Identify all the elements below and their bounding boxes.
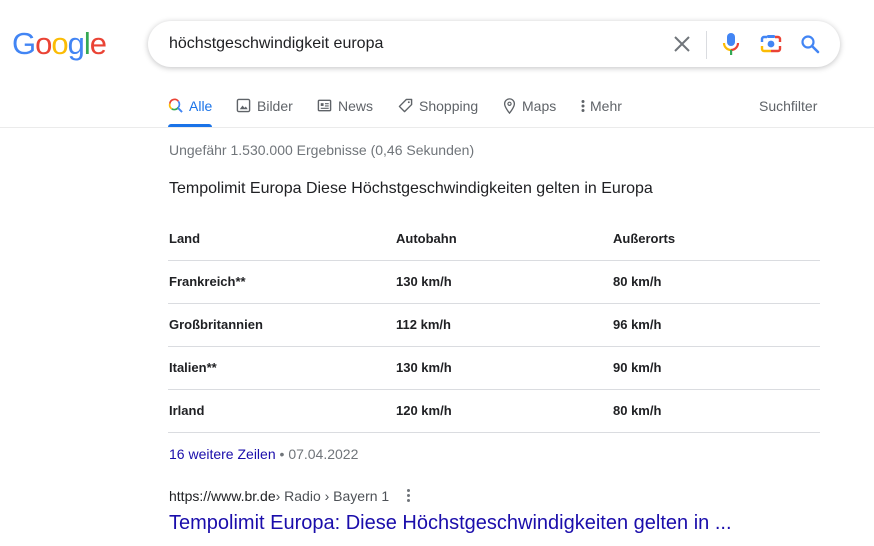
more-rows-link[interactable]: 16 weitere Zeilen xyxy=(169,446,276,462)
tab-label: Alle xyxy=(189,97,213,114)
dot xyxy=(407,499,411,502)
table-cell: 90 km/h xyxy=(613,360,662,375)
voice-search-button[interactable] xyxy=(719,32,743,56)
tab-label: Bilder xyxy=(257,97,293,114)
image-icon xyxy=(236,98,251,113)
tag-icon xyxy=(398,98,413,113)
snippet-date: 07.04.2022 xyxy=(288,446,359,462)
tab-maps[interactable]: Maps xyxy=(503,84,556,127)
tab-label: Maps xyxy=(522,97,557,114)
search-tabs: Alle Bilder News Shopping Maps Mehr Such… xyxy=(0,84,874,128)
tab-label: News xyxy=(338,97,374,114)
camera-lens-icon xyxy=(760,35,782,53)
table-cell: 96 km/h xyxy=(613,317,662,332)
image-search-button[interactable] xyxy=(759,32,783,56)
search-divider xyxy=(706,31,707,59)
table-cell: 130 km/h xyxy=(396,274,452,289)
table-row: Italien** 130 km/h 90 km/h xyxy=(168,346,820,389)
news-icon xyxy=(317,98,332,113)
tab-mehr[interactable]: Mehr xyxy=(581,84,622,127)
table-cell: Irland xyxy=(169,403,205,418)
result-stats: Ungefähr 1.530.000 Ergebnisse (0,46 Seku… xyxy=(169,142,475,158)
tab-label: Shopping xyxy=(419,97,479,114)
snippet-footer: 16 weitere Zeilen • 07.04.2022 xyxy=(169,446,358,462)
tab-news[interactable]: News xyxy=(317,84,373,127)
table-cell: Frankreich** xyxy=(169,274,246,289)
table-cell: 120 km/h xyxy=(396,403,452,418)
result-url: https://www.br.de › Radio › Bayern 1 xyxy=(169,487,414,504)
result-domain[interactable]: https://www.br.de xyxy=(169,488,276,504)
dot xyxy=(407,494,411,497)
logo-letter: G xyxy=(12,26,36,61)
table-header-row: Land Autobahn Außerorts xyxy=(168,217,820,260)
tab-label: Mehr xyxy=(590,97,622,114)
search-input[interactable] xyxy=(169,21,649,67)
map-pin-icon xyxy=(503,97,516,114)
table-cell: 80 km/h xyxy=(613,403,662,418)
table-cell: 130 km/h xyxy=(396,360,452,375)
logo-letter: g xyxy=(67,26,85,61)
result-options-button[interactable] xyxy=(403,487,414,504)
logo-letter: o xyxy=(35,26,52,61)
logo-letter: e xyxy=(89,26,107,61)
clear-search-button[interactable] xyxy=(670,32,694,56)
search-icon xyxy=(801,35,820,54)
google-logo[interactable]: Google xyxy=(12,26,107,62)
featured-snippet-title: Tempolimit Europa Diese Höchstgeschwindi… xyxy=(169,180,653,197)
more-vertical-icon xyxy=(581,99,585,113)
table-cell: 112 km/h xyxy=(396,317,451,332)
tab-alle[interactable]: Alle xyxy=(168,84,213,127)
column-header: Land xyxy=(169,230,201,246)
separator: • xyxy=(279,446,285,462)
search-box xyxy=(148,21,840,67)
more-vertical-icon xyxy=(407,489,411,492)
table-cell: 80 km/h xyxy=(613,274,662,289)
search-submit-button[interactable] xyxy=(798,32,822,56)
tab-bilder[interactable]: Bilder xyxy=(236,84,293,127)
column-header: Autobahn xyxy=(396,230,457,246)
search-tools-button[interactable]: Suchfilter xyxy=(759,84,817,127)
close-icon xyxy=(674,36,690,52)
logo-letter: o xyxy=(51,26,68,61)
table-row: Großbritannien 112 km/h 96 km/h xyxy=(168,303,820,346)
table-row: Irland 120 km/h 80 km/h xyxy=(168,389,820,432)
column-header: Außerorts xyxy=(613,230,676,246)
result-breadcrumb: › Radio › Bayern 1 xyxy=(275,487,390,504)
table-cell: Großbritannien xyxy=(169,317,263,332)
result-title-link[interactable]: Tempolimit Europa: Diese Höchstgeschwind… xyxy=(169,512,732,535)
speed-limit-table: Land Autobahn Außerorts Frankreich** 130… xyxy=(168,217,820,433)
search-icon xyxy=(168,98,183,113)
table-cell: Italien** xyxy=(169,360,217,375)
tab-shopping[interactable]: Shopping xyxy=(398,84,478,127)
microphone-icon xyxy=(722,33,740,55)
table-row: Frankreich** 130 km/h 80 km/h xyxy=(168,260,820,303)
